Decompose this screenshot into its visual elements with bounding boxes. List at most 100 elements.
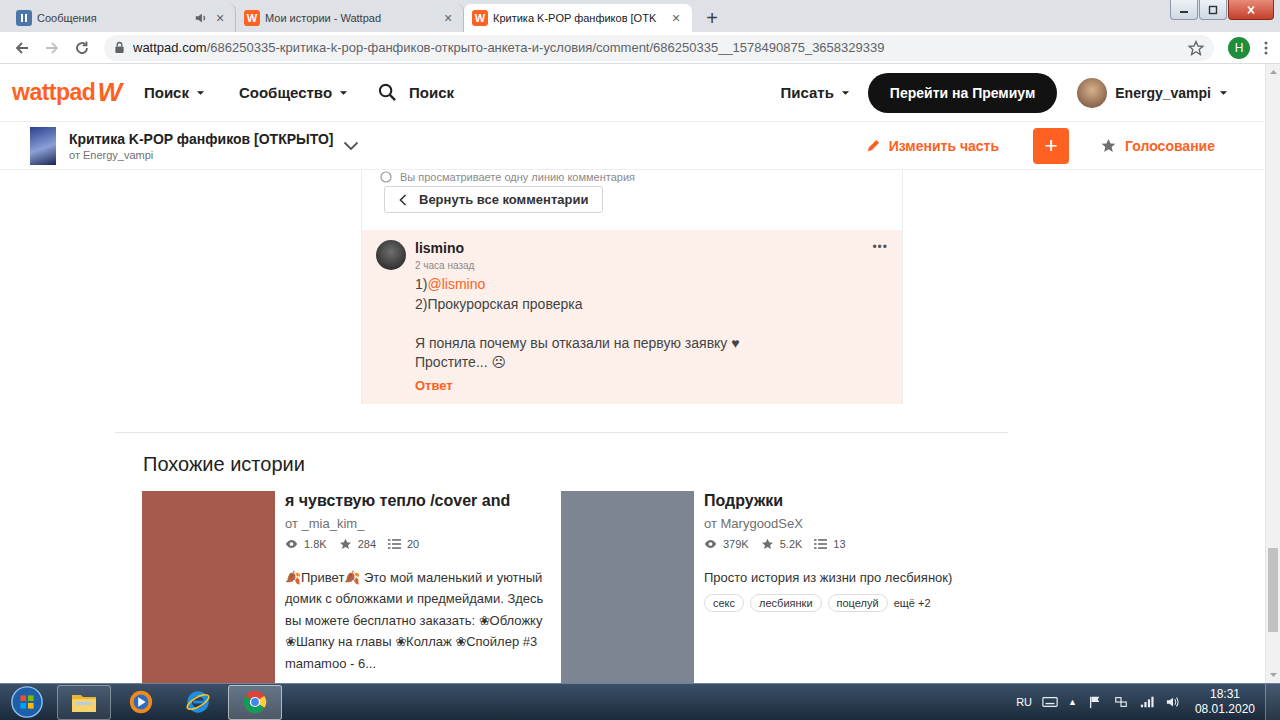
taskbar-app[interactable]: [171, 685, 225, 720]
caret-down-icon: [339, 90, 348, 96]
back-label: Вернуть все комментарии: [419, 192, 588, 207]
taskbar: RU ▲ 18:3108.01.2020: [0, 683, 1280, 720]
content: Вы просматриваете одну линию комментария…: [115, 170, 1008, 683]
show-hidden-icons-button[interactable]: ▲: [1068, 697, 1077, 707]
reload-icon[interactable]: [74, 40, 90, 56]
story-card-author[interactable]: от MarygoodSeX: [704, 515, 974, 533]
signal-icon[interactable]: [1139, 695, 1155, 709]
story-cover[interactable]: [561, 491, 694, 683]
tab-close-button[interactable]: ×: [441, 11, 455, 25]
add-button[interactable]: +: [1033, 128, 1069, 164]
minimize-button[interactable]: [1170, 0, 1198, 20]
scroll-down-icon[interactable]: [1266, 666, 1280, 683]
action-center-flag-icon[interactable]: [1087, 695, 1103, 709]
comment-author[interactable]: lismino: [415, 240, 872, 257]
divider: [115, 432, 1008, 433]
tag[interactable]: лесбиянки: [750, 594, 821, 612]
write-menu[interactable]: Писать: [780, 84, 849, 101]
comment-avatar[interactable]: [376, 240, 406, 270]
network-icon[interactable]: [1113, 695, 1129, 709]
start-button[interactable]: [0, 685, 54, 719]
speaker-icon[interactable]: [194, 11, 208, 25]
story-title: Критика K-POP фанфиков [ОТКРЫТО]: [69, 131, 334, 147]
comment-line: Простите... ☹: [415, 353, 872, 373]
scrollbar-thumb[interactable]: [1268, 548, 1278, 632]
profile-button[interactable]: H: [1228, 37, 1250, 59]
comment-time: 2 часа назад: [415, 259, 872, 273]
more-tags[interactable]: ещё +2: [894, 597, 931, 609]
story-card-title[interactable]: Подружки: [704, 491, 974, 511]
new-tab-button[interactable]: +: [698, 4, 726, 32]
bookmark-star-icon[interactable]: [1188, 40, 1204, 56]
reply-button[interactable]: Ответ: [415, 377, 872, 395]
windows-logo-icon: [10, 685, 44, 719]
clock[interactable]: 18:3108.01.2020: [1195, 687, 1255, 717]
keyboard-icon[interactable]: [1042, 695, 1058, 709]
premium-button[interactable]: Перейти на Премиум: [868, 73, 1057, 113]
story-card-author[interactable]: от _mia_kim_: [285, 515, 555, 533]
chevron-down-icon[interactable]: [343, 141, 359, 151]
tab-close-button[interactable]: ×: [669, 11, 683, 25]
tag[interactable]: секс: [704, 594, 744, 612]
parts-count: 13: [833, 536, 845, 552]
back-arrow-icon[interactable]: [14, 40, 30, 56]
browser-tab[interactable]: WМои истории - Wattpad×: [236, 4, 464, 32]
story-card-title[interactable]: я чувствую тепло /cover and: [285, 491, 555, 511]
taskbar-app[interactable]: [228, 685, 282, 720]
nav-item[interactable]: Поиск: [144, 84, 205, 101]
menu-icon[interactable]: [1264, 40, 1268, 56]
folder-icon: [70, 689, 98, 715]
story-description: Просто история из жизни про лесбиянок): [704, 567, 974, 589]
viewport: wattpadW Поиск Сообщество Поиск Писать Перейт…: [0, 64, 1280, 683]
window-controls: [1170, 0, 1274, 20]
forward-arrow-icon[interactable]: [44, 40, 60, 56]
write-label: Писать: [780, 84, 833, 101]
show-all-comments-button[interactable]: Вернуть все комментарии: [384, 186, 603, 213]
nav-label: Поиск: [144, 84, 189, 101]
vote-button[interactable]: Голосование: [1101, 138, 1215, 154]
search-field[interactable]: Поиск: [378, 83, 454, 102]
language-indicator[interactable]: RU: [1016, 696, 1032, 708]
site-nav: Поиск Сообщество: [144, 84, 348, 101]
browser-titlebar: Сообщения×WМои истории - Wattpad×WКритик…: [0, 0, 1280, 32]
show-desktop-button[interactable]: [1265, 684, 1280, 720]
tab-close-button[interactable]: ×: [213, 11, 227, 25]
logo-mark: W: [97, 77, 122, 108]
system-tray: RU ▲ 18:3108.01.2020: [1016, 684, 1280, 720]
story-info[interactable]: Критика K-POP фанфиков [ОТКРЫТО]от Energ…: [69, 131, 334, 161]
story-cover[interactable]: [142, 491, 275, 683]
nav-item[interactable]: Сообщество: [239, 84, 348, 101]
star-icon: [339, 538, 352, 550]
scrollbar[interactable]: [1265, 64, 1280, 683]
comment-menu-button[interactable]: •••: [872, 240, 888, 395]
story-card[interactable]: я чувствую тепло /cover andот _mia_kim_1…: [142, 491, 555, 683]
site-header: wattpadW Поиск Сообщество Поиск Писать Перейт…: [0, 64, 1265, 122]
comment: lismino 2 часа назад 1)@lismino2)Прокурорс…: [362, 230, 902, 404]
browser-tab[interactable]: Сообщения×: [8, 4, 236, 32]
list-icon: [814, 538, 827, 550]
url-field[interactable]: wattpad.com/686250335-критика-k-pop-фанф…: [104, 35, 1214, 61]
tag[interactable]: поцелуй: [828, 594, 888, 612]
scrollbar-track: [1266, 81, 1280, 548]
eye-icon: [285, 538, 298, 550]
edit-part-button[interactable]: Изменить часть: [866, 138, 999, 154]
volume-icon[interactable]: [1165, 695, 1181, 709]
logo[interactable]: wattpadW: [12, 77, 122, 108]
mention-link[interactable]: @lismino: [427, 276, 485, 292]
user-menu[interactable]: Energy_vampi: [1077, 78, 1228, 108]
wattpad-icon: W: [472, 10, 488, 26]
comment-text: 1)@lismino2)Прокурорская проверкаЯ понял…: [415, 275, 872, 373]
lock-icon[interactable]: [114, 41, 125, 54]
story-cover[interactable]: [30, 127, 56, 165]
vote-label: Голосование: [1125, 138, 1215, 154]
browser-tab[interactable]: WКритика K-POP фанфиков [OTK×: [464, 4, 692, 32]
taskbar-app[interactable]: [57, 685, 111, 720]
story-card[interactable]: Подружкиот MarygoodSeX379K5.2K13Просто и…: [561, 491, 974, 683]
close-button[interactable]: [1228, 0, 1274, 20]
nav-label: Сообщество: [239, 84, 332, 101]
scroll-up-icon[interactable]: [1266, 64, 1280, 81]
similar-heading: Похожие истории: [143, 451, 1008, 477]
maximize-button[interactable]: [1199, 0, 1227, 20]
media-player-icon: [127, 689, 155, 715]
taskbar-app[interactable]: [114, 685, 168, 720]
